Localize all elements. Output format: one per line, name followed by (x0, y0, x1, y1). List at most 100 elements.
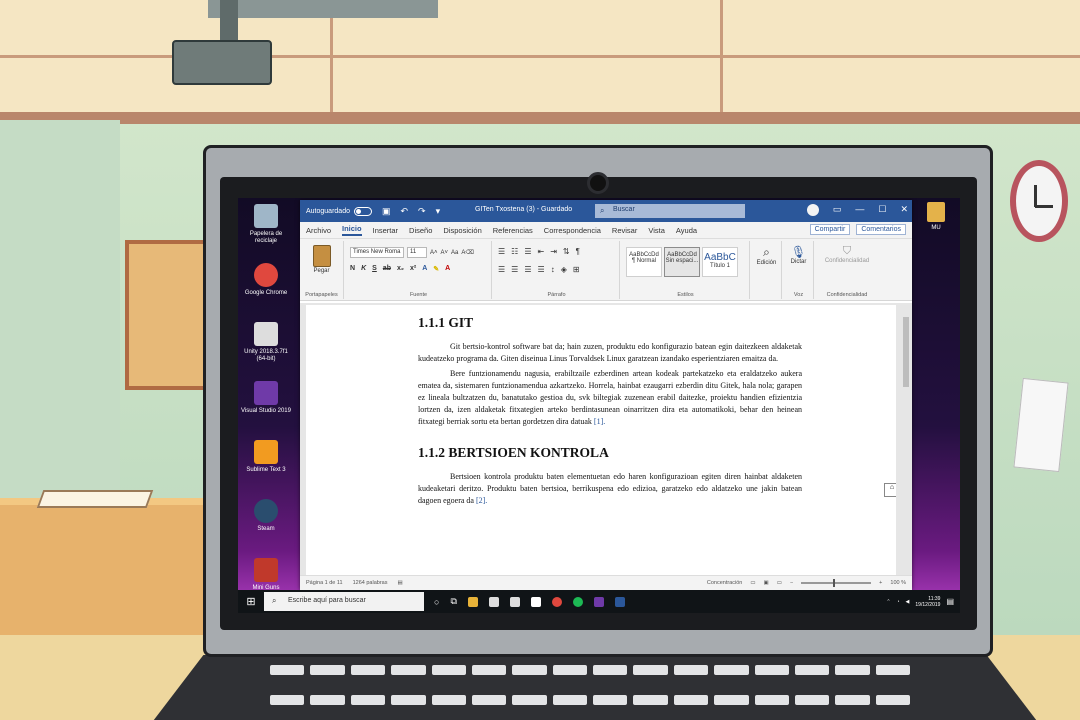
font-color-icon[interactable]: A (445, 265, 450, 273)
page-count[interactable]: Página 1 de 11 (306, 580, 343, 586)
task-view-icon[interactable]: ⧉ (450, 596, 456, 607)
close-icon[interactable]: ✕ (900, 204, 908, 216)
decrease-indent-icon[interactable]: ⇤ (538, 247, 545, 256)
read-mode-icon[interactable]: ▭ (750, 580, 755, 586)
word-icon[interactable] (614, 596, 625, 607)
desktop-icon-sublime-text[interactable]: Sublime Text 3 (240, 440, 292, 497)
tab-diseno[interactable]: Diseño (409, 226, 432, 235)
desktop-icon-steam[interactable]: Steam (240, 499, 292, 556)
editing-button[interactable]: Edición (752, 260, 781, 266)
minimize-icon[interactable]: — (855, 204, 864, 216)
justify-icon[interactable]: ☰ (538, 265, 545, 274)
superscript-icon[interactable]: x² (410, 265, 416, 273)
sort-icon[interactable]: ⇅ (563, 247, 570, 256)
search-box[interactable]: ⌕ Buscar (595, 204, 745, 218)
maximize-icon[interactable]: ☐ (878, 204, 886, 216)
desktop-icon-unity[interactable]: Unity 2018.3.7f1 (64-bit) (240, 322, 292, 379)
paste-icon[interactable] (312, 245, 331, 267)
change-case-icon[interactable]: Aa (451, 250, 458, 256)
document-page[interactable]: 1.1.1 GIT Git bertsio-kontrol software b… (306, 305, 896, 575)
show-marks-icon[interactable]: ¶ (576, 247, 580, 256)
style-normal[interactable]: AaBbCcDd ¶ Normal (626, 247, 662, 277)
redo-icon[interactable]: ↷ (418, 206, 426, 217)
text-effects-icon[interactable]: A (422, 265, 427, 273)
style-heading-1[interactable]: AaBbC Título 1 (702, 247, 738, 277)
taskbar-search[interactable]: ⌕ Escribe aquí para buscar (264, 592, 424, 611)
store-icon[interactable] (488, 596, 499, 607)
grow-font-icon[interactable]: A˄ (430, 250, 438, 256)
tab-referencias[interactable]: Referencias (493, 226, 533, 235)
align-right-icon[interactable]: ☰ (524, 265, 531, 274)
bold-icon[interactable]: N (350, 265, 355, 273)
volume-icon[interactable]: ◀ (906, 599, 910, 605)
citation-link[interactable]: [1]. (594, 417, 605, 426)
mail-icon[interactable] (509, 596, 520, 607)
cortana-icon[interactable]: ○ (434, 597, 439, 607)
subscript-icon[interactable]: x₂ (397, 265, 404, 273)
tab-archivo[interactable]: Archivo (306, 226, 331, 235)
zoom-in-icon[interactable]: + (879, 580, 882, 586)
paste-button-label[interactable]: Pegar (300, 268, 343, 274)
underline-icon[interactable]: S (372, 265, 377, 273)
tab-insertar[interactable]: Insertar (373, 226, 398, 235)
zoom-out-icon[interactable]: − (790, 580, 793, 586)
tab-disposicion[interactable]: Disposición (443, 226, 481, 235)
focus-mode-button[interactable]: Concentración (707, 580, 742, 586)
vertical-scrollbar[interactable] (900, 303, 912, 575)
desktop-icon-chrome[interactable]: Google Chrome (240, 263, 292, 320)
borders-icon[interactable]: ⊞ (573, 265, 580, 274)
tab-vista[interactable]: Vista (648, 226, 665, 235)
spotify-icon[interactable] (572, 596, 583, 607)
clear-format-icon[interactable]: A⌫ (461, 249, 474, 256)
desktop-icon-recycle-bin[interactable]: Papelera de reciclaje (240, 204, 292, 261)
show-hidden-icons-icon[interactable]: ⌃ (886, 599, 890, 605)
zoom-level[interactable]: 100 % (890, 580, 906, 586)
avatar[interactable] (806, 204, 819, 216)
dictate-button[interactable]: Dictar (784, 259, 813, 265)
increase-indent-icon[interactable]: ⇥ (550, 247, 557, 256)
microphone-icon[interactable]: 🎙 (784, 245, 813, 259)
file-explorer-icon[interactable] (467, 596, 478, 607)
tab-correspondencia[interactable]: Correspondencia (544, 226, 601, 235)
bullets-icon[interactable]: ☰ (498, 247, 505, 256)
scrollbar-thumb[interactable] (903, 317, 909, 387)
comment-icon[interactable]: ⌂ (884, 483, 896, 497)
citation-link[interactable]: [2]. (476, 496, 487, 505)
web-layout-icon[interactable]: ▭ (777, 580, 782, 586)
sensitivity-icon[interactable]: ⛉ (816, 245, 878, 258)
share-button[interactable]: Compartir (809, 224, 851, 235)
chrome-icon[interactable] (551, 596, 562, 607)
style-no-spacing[interactable]: AaBbCcDd Sin espaci... (664, 247, 700, 277)
desktop-icon-visual-studio[interactable]: Visual Studio 2019 (240, 381, 292, 438)
customize-toolbar-icon[interactable]: ▾ (436, 206, 441, 217)
line-spacing-icon[interactable]: ↕ (551, 265, 555, 274)
notifications-icon[interactable]: ▤ (946, 597, 954, 605)
autosave-toggle[interactable] (353, 206, 372, 216)
print-layout-icon[interactable]: ▣ (764, 580, 769, 586)
proofing-icon[interactable]: ▤ (397, 580, 402, 586)
undo-icon[interactable]: ↶ (401, 206, 409, 217)
font-name-select[interactable]: Times New Roma (350, 247, 404, 258)
multilevel-list-icon[interactable]: ☰ (524, 247, 531, 256)
align-left-icon[interactable]: ☰ (498, 265, 505, 274)
shrink-font-icon[interactable]: A˅ (441, 250, 449, 256)
confidentiality-button[interactable]: Confidencialidad (816, 258, 878, 264)
strikethrough-icon[interactable]: ab (383, 265, 391, 273)
word-count[interactable]: 1264 palabras (353, 580, 388, 586)
network-icon[interactable]: ◔ (897, 599, 900, 605)
clock[interactable]: 11:39 19/12/2019 (915, 596, 940, 608)
app-icon[interactable] (530, 596, 541, 607)
comments-button[interactable]: Comentarios (856, 224, 906, 235)
tab-ayuda[interactable]: Ayuda (676, 226, 697, 235)
autosave-control[interactable]: Autoguardado (306, 206, 372, 216)
windows-start-icon[interactable]: ⊞ (238, 595, 264, 608)
search-icon[interactable]: ⌕ (752, 245, 781, 260)
desktop-icon-folder-mu[interactable]: MU (920, 202, 952, 231)
zoom-slider[interactable] (801, 579, 872, 587)
italic-icon[interactable]: K (361, 265, 366, 273)
tab-revisar[interactable]: Revisar (612, 226, 637, 235)
align-center-icon[interactable]: ☰ (511, 265, 518, 274)
visual-studio-icon[interactable] (593, 596, 604, 607)
save-icon[interactable]: ▣ (382, 206, 391, 217)
font-size-select[interactable]: 11 (407, 247, 427, 258)
